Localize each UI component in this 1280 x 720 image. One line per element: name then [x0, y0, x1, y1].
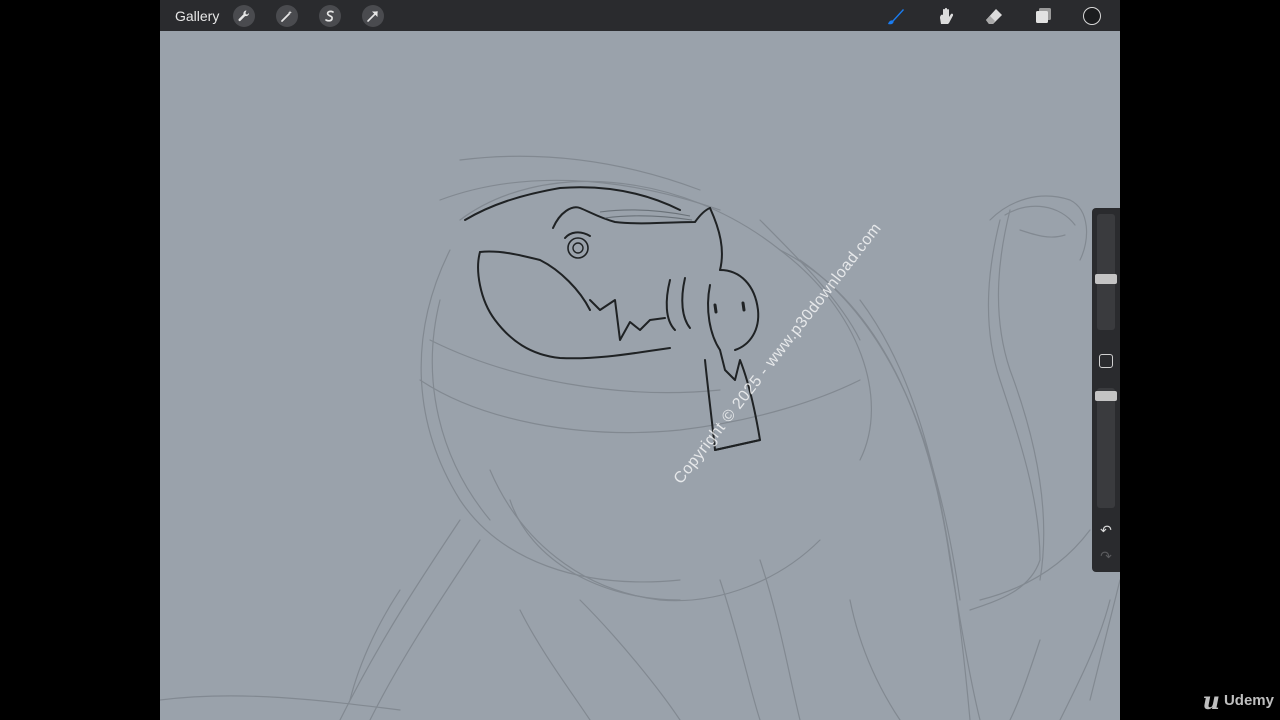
smudge-tool-button[interactable] — [933, 4, 957, 28]
layers-icon — [1035, 7, 1051, 23]
opacity-slider[interactable] — [1097, 388, 1115, 508]
brush-size-slider[interactable] — [1097, 214, 1115, 330]
tool-group — [871, 0, 1116, 31]
procreate-app: Copyright © 2025 - www.p30download.com G… — [160, 0, 1120, 720]
modify-button-icon[interactable] — [1099, 354, 1113, 368]
wrench-icon — [238, 9, 250, 21]
gallery-button[interactable]: Gallery — [175, 8, 219, 24]
brush-icon — [887, 8, 904, 24]
opacity-thumb[interactable] — [1095, 391, 1117, 401]
transform-arrow-icon — [367, 10, 379, 22]
brush-size-thumb[interactable] — [1095, 274, 1117, 284]
redo-icon[interactable]: ↷ — [1098, 548, 1114, 564]
actions-button[interactable] — [233, 4, 256, 27]
layers-button[interactable] — [1031, 4, 1055, 28]
undo-icon[interactable]: ↶ — [1098, 522, 1114, 538]
drawing-canvas[interactable] — [160, 0, 1120, 720]
selection-icon — [325, 10, 335, 22]
magic-wand-icon — [281, 10, 293, 22]
brush-tool-button[interactable] — [884, 4, 908, 28]
color-button[interactable] — [1080, 4, 1104, 28]
sidebar-controls: ↶ ↷ — [1092, 208, 1120, 572]
selection-button[interactable] — [319, 4, 342, 27]
eraser-tool-button[interactable] — [982, 4, 1006, 28]
transform-button[interactable] — [362, 4, 385, 27]
udemy-logo: u Udemy — [1203, 686, 1274, 715]
top-toolbar: Gallery — [160, 0, 1120, 31]
udemy-label: Udemy — [1223, 692, 1274, 709]
eraser-icon — [985, 8, 1002, 24]
udemy-u-icon: u — [1202, 686, 1220, 715]
smudge-icon — [939, 7, 953, 24]
adjustments-button[interactable] — [276, 4, 299, 27]
color-swatch-icon — [1082, 6, 1101, 25]
